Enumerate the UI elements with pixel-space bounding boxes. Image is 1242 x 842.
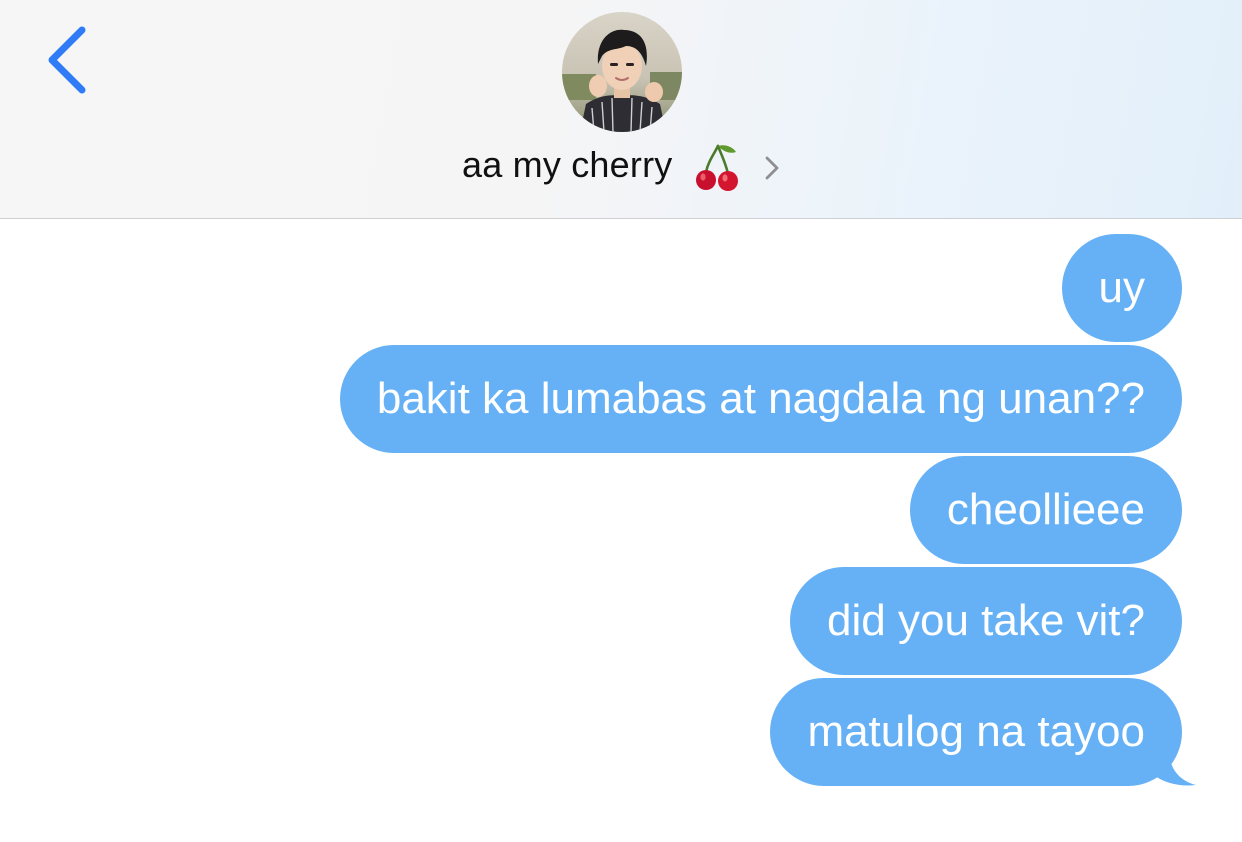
avatar[interactable]: [562, 12, 682, 132]
outgoing-message-bubble[interactable]: cheollieee: [909, 456, 1182, 564]
outgoing-message-bubble[interactable]: bakit ka lumabas at nagdala ng unan??: [339, 345, 1182, 453]
contact-name-row[interactable]: aa my cherry: [0, 138, 1242, 198]
bubble-tail: [1150, 755, 1196, 786]
messages-screen: aa my cherry uy bakit ka lumabas at nagd…: [0, 0, 1242, 842]
contact-avatar-photo: [562, 12, 682, 132]
contact-name: aa my cherry: [462, 144, 673, 185]
message-list: uy bakit ka lumabas at nagdala ng unan??…: [0, 219, 1242, 842]
outgoing-message-bubble[interactable]: matulog na tayoo: [770, 678, 1182, 786]
back-button[interactable]: [36, 22, 106, 102]
chevron-right-icon: [765, 156, 779, 180]
cherry-emoji-icon: [696, 144, 738, 191]
outgoing-message-bubble[interactable]: did you take vit?: [790, 567, 1182, 675]
conversation-header: aa my cherry: [0, 0, 1242, 219]
chevron-left-icon: [48, 26, 86, 94]
outgoing-message-bubble[interactable]: uy: [1061, 234, 1182, 342]
